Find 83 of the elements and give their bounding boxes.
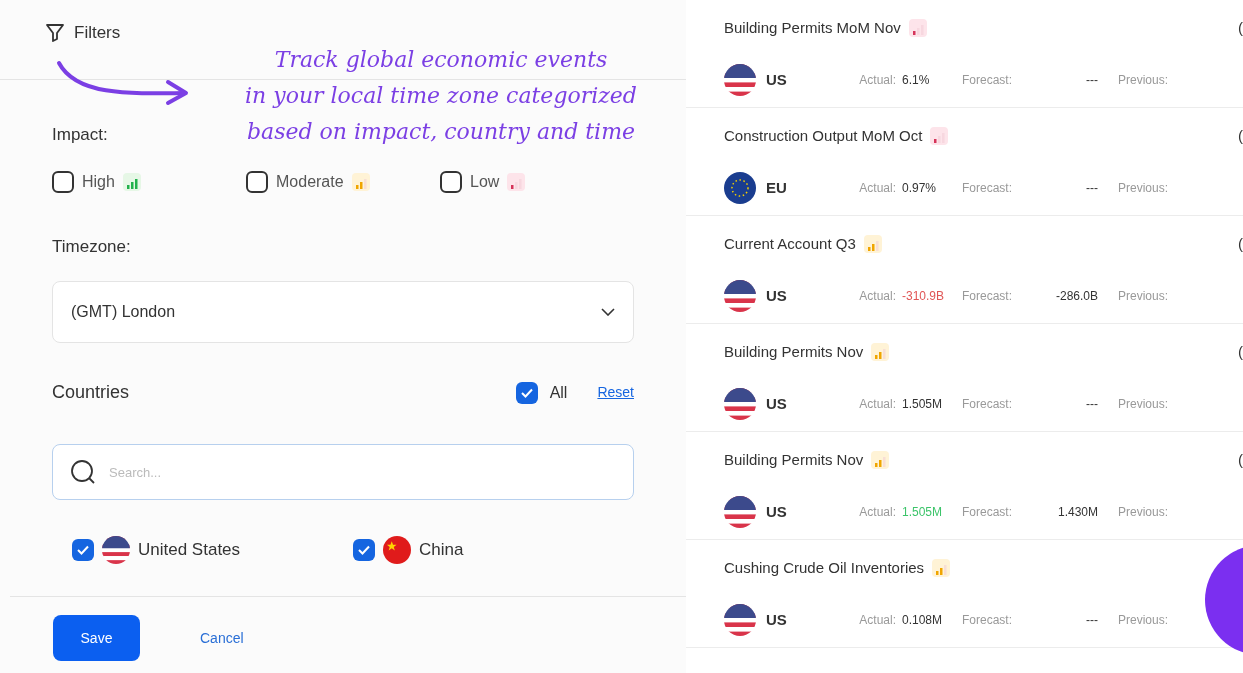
filters-title: Filters (74, 21, 121, 44)
checkbox[interactable] (52, 170, 74, 193)
country-code: EU (766, 177, 788, 198)
event-title: Cushing Crude Oil Inventories (724, 557, 925, 578)
event-title: Current Account Q3 (724, 233, 856, 254)
impact-option-label[interactable]: Low (470, 169, 500, 194)
all-label[interactable]: All (549, 380, 568, 405)
check-icon (520, 387, 533, 398)
forecast-label: Forecast: (962, 288, 1013, 305)
previous-label: Previous: (1118, 288, 1169, 305)
checkbox[interactable] (353, 539, 375, 561)
country-code: US (766, 285, 788, 306)
checkbox[interactable] (515, 381, 538, 404)
actual-value: -310.9B (902, 288, 946, 305)
event-title: Construction Output MoM Oct (724, 125, 923, 146)
country-label[interactable]: China (419, 537, 464, 563)
actual-value: 1.505M (902, 396, 944, 413)
save-button[interactable]: Save (53, 615, 140, 661)
country-label[interactable]: United States (138, 537, 241, 563)
checkbox[interactable] (246, 170, 268, 193)
previous-label: Previous: (1118, 180, 1169, 197)
previous-label: Previous: (1118, 504, 1169, 521)
flag-icon (724, 172, 756, 204)
forecast-label: Forecast: (962, 504, 1013, 521)
forecast-value: --- (1085, 612, 1098, 629)
actual-label: Actual: (858, 612, 896, 629)
flag-icon (724, 496, 756, 528)
forecast-value: 1.430M (1056, 504, 1098, 521)
time-text: ( (1238, 233, 1243, 254)
forecast-label: Forecast: (962, 396, 1013, 413)
country-code: US (766, 393, 788, 414)
actual-label: Actual: (858, 504, 896, 521)
actual-label: Actual: (858, 396, 896, 413)
countries-label: Countries (52, 381, 131, 404)
time-text: ( (1238, 449, 1243, 470)
annotation-text: Track global economic events in your local time zone categorized based on impact, country and time (244, 46, 638, 146)
event-title: Building Permits Nov (724, 341, 864, 362)
forecast-label: Forecast: (962, 72, 1013, 89)
impact-option-label[interactable]: High (82, 169, 115, 194)
search-icon (70, 459, 96, 485)
actual-value: 1.505M (902, 504, 944, 521)
actual-label: Actual: (858, 180, 896, 197)
forecast-label: Forecast: (962, 612, 1013, 629)
event-title: Building Permits MoM Nov (724, 17, 901, 38)
forecast-value: --- (1085, 72, 1098, 89)
flag-icon (724, 388, 756, 420)
impact-label: Impact: (52, 124, 108, 146)
flag-icon (724, 64, 756, 96)
actual-label: Actual: (858, 72, 896, 89)
forecast-value: -286.0B (1054, 288, 1098, 305)
time-text: ( (1238, 17, 1243, 38)
chevron-down-icon (601, 308, 615, 316)
previous-label: Previous: (1118, 72, 1169, 89)
flag-icon (724, 280, 756, 312)
country-code: US (766, 609, 788, 630)
forecast-value: --- (1085, 396, 1098, 413)
event-title: Building Permits Nov (724, 449, 864, 470)
flag-icon (102, 536, 130, 564)
forecast-label: Forecast: (962, 180, 1013, 197)
time-text: ( (1238, 125, 1243, 146)
country-code: US (766, 69, 788, 90)
impact-option-label[interactable]: Moderate (276, 169, 344, 194)
actual-value: 6.1% (902, 72, 931, 89)
checkbox[interactable] (440, 170, 462, 193)
actual-label: Actual: (858, 288, 896, 305)
filter-icon (44, 21, 66, 44)
previous-label: Previous: (1118, 612, 1169, 629)
flag-icon (724, 604, 756, 636)
country-code: US (766, 501, 788, 522)
check-icon (358, 545, 370, 555)
cancel-button[interactable]: Cancel (200, 627, 244, 649)
actual-value: 0.97% (902, 180, 938, 197)
search-field[interactable]: Search... (52, 444, 634, 500)
check-icon (77, 545, 89, 555)
time-text: ( (1238, 341, 1243, 362)
flag-icon (383, 536, 411, 564)
actual-value: 0.108M (902, 612, 944, 629)
forecast-value: --- (1085, 180, 1098, 197)
checkbox[interactable] (72, 539, 94, 561)
previous-label: Previous: (1118, 396, 1169, 413)
timezone-select[interactable]: (GMT) London (52, 281, 634, 343)
timezone-label: Timezone: (52, 235, 131, 258)
reset-link[interactable]: Reset (597, 382, 634, 403)
